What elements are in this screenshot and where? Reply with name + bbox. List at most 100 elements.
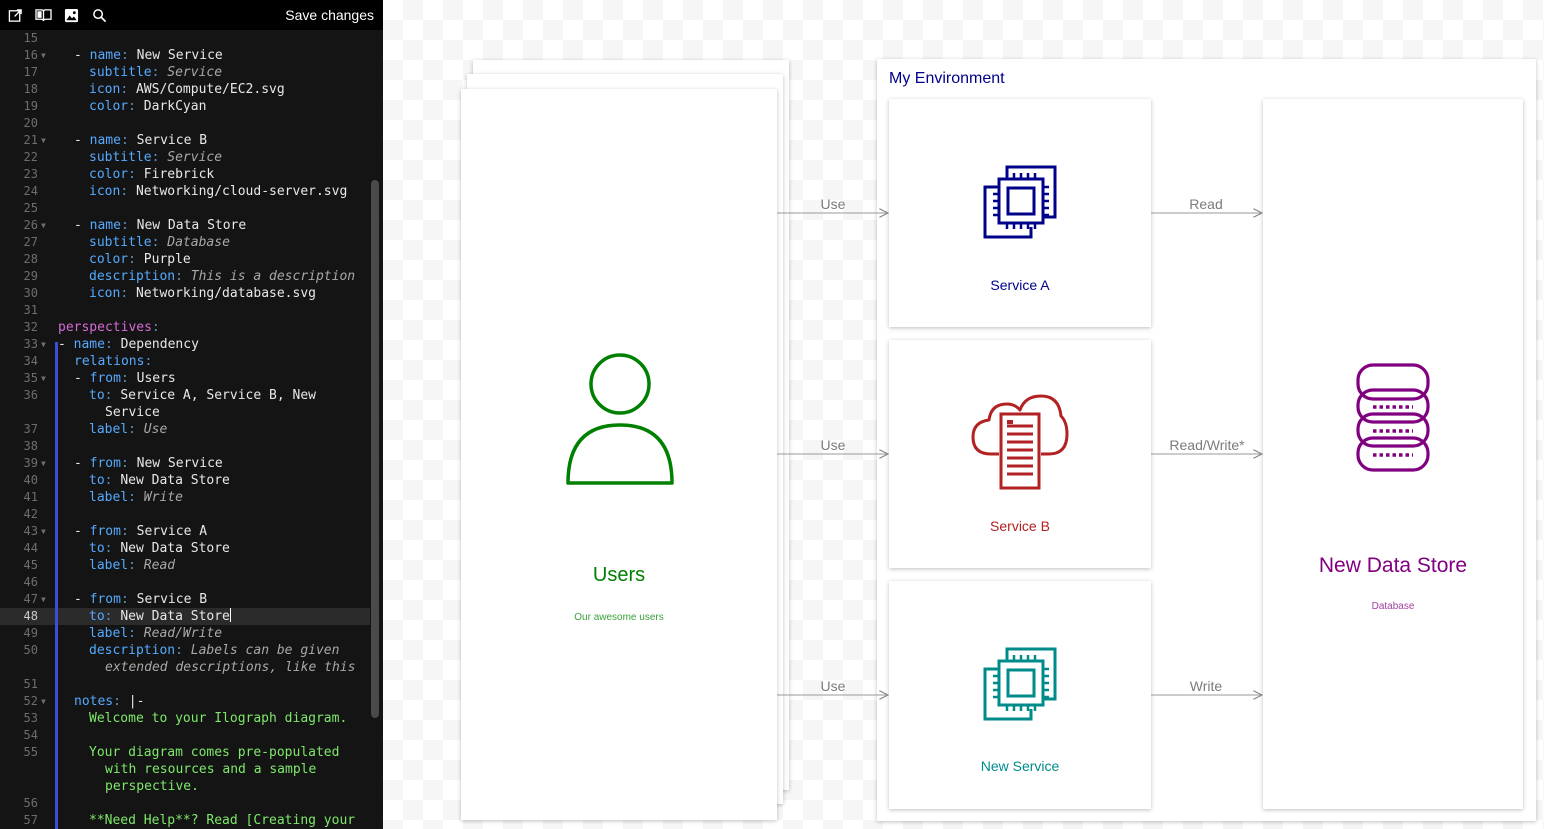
code-token: Service B: [136, 133, 208, 148]
code-token: |-: [128, 694, 145, 709]
code-token: Use: [143, 422, 168, 437]
code-token: New Data Store: [120, 609, 230, 624]
relation-label-use[interactable]: Use: [803, 678, 863, 694]
code-token: perspective.: [105, 779, 199, 794]
code-line[interactable]: 20: [0, 115, 370, 132]
line-number: 44: [23, 541, 38, 555]
code-token: :: [151, 65, 168, 80]
fold-arrow-icon[interactable]: ▼: [41, 455, 46, 472]
line-number: 28: [23, 252, 38, 266]
code-token: subtitle: [89, 235, 152, 250]
fold-arrow-icon[interactable]: ▼: [41, 47, 46, 64]
open-external-icon[interactable]: [6, 6, 24, 24]
line-number: 53: [23, 711, 38, 725]
line-number: 19: [23, 99, 38, 113]
line-number: 50: [23, 643, 38, 657]
relation-label-read[interactable]: Read: [1176, 196, 1236, 212]
code-line[interactable]: 26 ▼ - name: New Data Store: [0, 217, 370, 234]
code-token: icon: [89, 184, 121, 199]
code-token: New Data Store: [120, 541, 230, 556]
line-number: 18: [23, 82, 38, 96]
image-icon[interactable]: [62, 6, 80, 24]
code-line[interactable]: 30 icon: Networking/database.svg: [0, 285, 370, 302]
code-token: color: [89, 252, 129, 267]
code-token: relations: [74, 354, 145, 369]
code-line[interactable]: 31: [0, 302, 370, 319]
code-token: subtitle: [89, 65, 152, 80]
code-token: Firebrick: [143, 167, 215, 182]
code-line[interactable]: 15: [0, 30, 370, 47]
relation-label-use[interactable]: Use: [803, 196, 863, 212]
code-line[interactable]: 24 icon: Networking/cloud-server.svg: [0, 183, 370, 200]
fold-arrow-icon[interactable]: ▼: [41, 591, 46, 608]
code-token: -: [74, 48, 90, 63]
text-cursor: [229, 608, 231, 622]
code-token: :: [113, 694, 129, 709]
code-token: :: [120, 524, 137, 539]
code-line[interactable]: 32 perspectives:: [0, 319, 370, 336]
code-line[interactable]: 25: [0, 200, 370, 217]
code-token: Dependency: [120, 337, 199, 352]
code-token: :: [128, 252, 144, 267]
code-token: Networking/cloud-server.svg: [135, 184, 348, 199]
fold-arrow-icon[interactable]: ▼: [41, 217, 46, 234]
code-line[interactable]: 16 ▼ - name: New Service: [0, 47, 370, 64]
code-line[interactable]: 27 subtitle: Database: [0, 234, 370, 251]
line-number: 37: [23, 422, 38, 436]
code-token: color: [89, 99, 129, 114]
code-token: :: [128, 558, 144, 573]
code-token: :: [151, 235, 168, 250]
code-token: :: [151, 320, 160, 335]
code-token: name: [73, 337, 105, 352]
code-token: :: [128, 422, 144, 437]
code-line[interactable]: 22 subtitle: Service: [0, 149, 370, 166]
line-number: 43: [23, 524, 38, 538]
code-line[interactable]: 19 color: DarkCyan: [0, 98, 370, 115]
code-token: -: [74, 456, 90, 471]
relation-label-use[interactable]: Use: [803, 437, 863, 453]
code-token: to: [89, 609, 105, 624]
code-line[interactable]: 23 color: Firebrick: [0, 166, 370, 183]
line-number: 51: [23, 677, 38, 691]
code-token: color: [89, 167, 129, 182]
code-line[interactable]: 17 subtitle: Service: [0, 64, 370, 81]
code-token: -: [58, 337, 74, 352]
fold-arrow-icon[interactable]: ▼: [41, 370, 46, 387]
line-number: 17: [23, 65, 38, 79]
fold-arrow-icon[interactable]: ▼: [41, 336, 46, 353]
relation-label-write[interactable]: Write: [1176, 678, 1236, 694]
line-number: 55: [23, 745, 38, 759]
line-number: 33: [23, 337, 38, 351]
code-token: label: [89, 422, 129, 437]
code-token: Service: [167, 150, 223, 165]
code-line[interactable]: 29 description: This is a description: [0, 268, 370, 285]
fold-arrow-icon[interactable]: ▼: [41, 132, 46, 149]
code-token: to: [89, 473, 105, 488]
code-token: Write: [143, 490, 183, 505]
code-token: Service: [167, 65, 223, 80]
code-token: :: [120, 184, 136, 199]
diagram-canvas[interactable]: Users Our awesome users My Environment S…: [383, 0, 1544, 829]
code-token: with resources and a sample: [105, 762, 317, 777]
fold-arrow-icon[interactable]: ▼: [41, 693, 46, 710]
fold-arrow-icon[interactable]: ▼: [41, 523, 46, 540]
save-changes-button[interactable]: Save changes: [285, 7, 374, 23]
code-line[interactable]: 21 ▼ - name: Service B: [0, 132, 370, 149]
code-line[interactable]: 28 color: Purple: [0, 251, 370, 268]
code-line[interactable]: 18 icon: AWS/Compute/EC2.svg: [0, 81, 370, 98]
code-token: label: [89, 490, 129, 505]
code-token: Welcome to your Ilograph diagram.: [89, 711, 348, 726]
code-token: AWS/Compute/EC2.svg: [135, 82, 285, 97]
relation-arrows: [777, 0, 1544, 829]
book-icon[interactable]: [34, 6, 52, 24]
editor-scrollbar[interactable]: [371, 180, 379, 718]
code-token: :: [128, 626, 144, 641]
code-token: to: [89, 541, 105, 556]
search-icon[interactable]: [90, 6, 108, 24]
code-token: Users: [136, 371, 176, 386]
line-number: 48: [23, 609, 38, 623]
code-token: :: [104, 609, 121, 624]
line-number: 27: [23, 235, 38, 249]
relation-label-readwrite[interactable]: Read/Write*: [1162, 437, 1252, 453]
code-token: notes: [74, 694, 114, 709]
